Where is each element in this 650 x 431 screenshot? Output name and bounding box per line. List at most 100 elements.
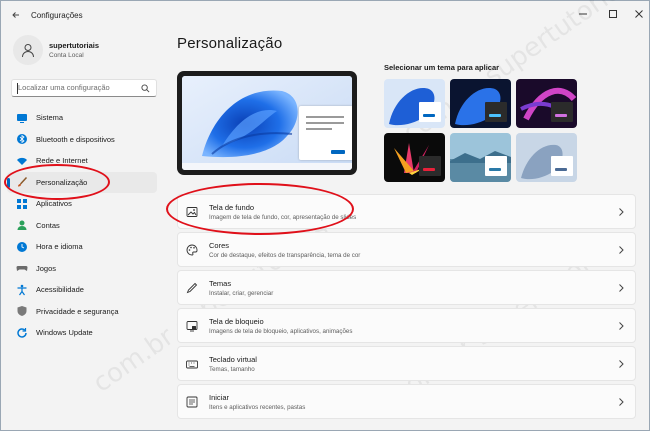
lock-screen-icon [186, 321, 198, 332]
sidebar-item-sistema[interactable]: Sistema [7, 107, 157, 129]
card-description: Imagem de tela de fundo, cor, apresentaç… [209, 214, 357, 221]
sidebar-item-label: Windows Update [36, 328, 93, 338]
shield-icon [16, 305, 28, 317]
avatar [13, 35, 43, 65]
title-bar: Configurações [1, 1, 649, 31]
sidebar-item-hora[interactable]: Hora e idioma [7, 236, 157, 258]
card-description: Cor de destaque, efeitos de transparênci… [209, 252, 361, 259]
monitor-icon [16, 112, 28, 124]
sidebar-item-label: Jogos [36, 263, 57, 273]
card-description: Instalar, criar, gerenciar [209, 290, 274, 297]
theme-mini-window [485, 102, 507, 122]
maximize-icon [609, 10, 617, 18]
sidebar-item-label: Aplicativos [36, 199, 72, 209]
sidebar-item-label: Bluetooth e dispositivos [36, 134, 115, 144]
search-input[interactable] [18, 83, 128, 92]
theme-tile[interactable] [516, 79, 577, 128]
theme-tile[interactable] [450, 79, 511, 128]
theme-tile[interactable] [384, 79, 445, 128]
sidebar-item-rede[interactable]: Rede e Internet [7, 150, 157, 172]
theme-mini-window [551, 102, 573, 122]
card-tela-de-bloqueio[interactable]: Tela de bloqueio Imagens de tela de bloq… [177, 308, 636, 343]
account-icon [16, 219, 28, 231]
image-icon [186, 207, 198, 217]
card-teclado-virtual[interactable]: Teclado virtual Temas, tamanho [177, 346, 636, 381]
brush-icon [16, 176, 28, 188]
theme-tile[interactable] [516, 133, 577, 182]
theme-mini-window [419, 156, 441, 176]
card-temas[interactable]: Temas Instalar, criar, gerenciar [177, 270, 636, 305]
settings-window: com.br supertutoriais com.br supertutori… [0, 0, 650, 431]
card-title: Iniciar [209, 393, 230, 402]
back-arrow-icon[interactable] [11, 10, 21, 20]
account-type: Conta Local [49, 52, 84, 59]
preview-screen [182, 76, 352, 170]
card-title: Temas [209, 279, 232, 288]
card-cores[interactable]: Cores Cor de destaque, efeitos de transp… [177, 232, 636, 267]
card-title: Cores [209, 241, 230, 250]
sidebar-item-label: Personalização [36, 177, 88, 187]
card-title: Teclado virtual [209, 355, 257, 364]
chevron-right-icon [619, 246, 624, 254]
sidebar-item-bluetooth[interactable]: Bluetooth e dispositivos [7, 129, 157, 151]
pen-icon [186, 282, 198, 294]
search-icon[interactable] [141, 84, 150, 93]
card-description: Temas, tamanho [209, 366, 255, 373]
chevron-right-icon [619, 284, 624, 292]
active-indicator [7, 177, 10, 188]
search-box[interactable] [11, 79, 157, 97]
themes-label: Selecionar um tema para aplicar [384, 63, 500, 72]
theme-tile[interactable] [450, 133, 511, 182]
sidebar-item-personalizacao[interactable]: Personalização [7, 171, 157, 193]
chevron-right-icon [619, 360, 624, 368]
page-title: Personalização [177, 35, 283, 52]
theme-mini-window [419, 102, 441, 122]
sidebar-item-label: Contas [36, 220, 60, 230]
minimize-button[interactable] [569, 5, 597, 23]
app-title: Configurações [31, 11, 83, 20]
preview-window [299, 106, 352, 160]
accessibility-icon [16, 284, 28, 296]
sidebar-item-windows-update[interactable]: Windows Update [7, 322, 157, 344]
card-title: Tela de fundo [209, 203, 255, 212]
settings-cards: Tela de fundo Imagem de tela de fundo, c… [177, 194, 636, 422]
theme-mini-window [551, 156, 573, 176]
theme-mini-window [485, 156, 507, 176]
close-icon [635, 10, 643, 18]
sidebar-item-label: Hora e idioma [36, 242, 83, 252]
user-name: supertutoriais [49, 41, 100, 50]
theme-tile[interactable] [384, 133, 445, 182]
sidebar-item-aplicativos[interactable]: Aplicativos [7, 193, 157, 215]
preview-taskbar [182, 163, 352, 170]
maximize-button[interactable] [599, 5, 627, 23]
sidebar-nav: Sistema Bluetooth e dispositivos Rede e … [7, 107, 157, 344]
keyboard-icon [186, 360, 198, 369]
sidebar-item-label: Sistema [36, 113, 64, 123]
sidebar-item-jogos[interactable]: Jogos [7, 258, 157, 280]
card-title: Tela de bloqueio [209, 317, 264, 326]
globe-clock-icon [16, 241, 28, 253]
theme-preview [177, 71, 357, 175]
chevron-right-icon [619, 322, 624, 330]
sidebar-item-label: Acessibilidade [36, 285, 84, 295]
person-icon [22, 44, 34, 58]
sidebar-item-acessibilidade[interactable]: Acessibilidade [7, 279, 157, 301]
sidebar-item-privacidade[interactable]: Privacidade e segurança [7, 301, 157, 323]
sidebar-item-label: Rede e Internet [36, 156, 88, 166]
card-description: Itens e aplicativos recentes, pastas [209, 404, 306, 411]
chevron-right-icon [619, 208, 624, 216]
sidebar-item-label: Privacidade e segurança [36, 306, 119, 316]
minimize-icon [579, 13, 587, 15]
gamepad-icon [16, 262, 28, 274]
user-profile[interactable]: supertutoriais Conta Local [13, 35, 163, 69]
apps-icon [16, 198, 28, 210]
sidebar-item-contas[interactable]: Contas [7, 215, 157, 237]
bluetooth-icon [16, 133, 28, 145]
card-tela-de-fundo[interactable]: Tela de fundo Imagem de tela de fundo, c… [177, 194, 636, 229]
card-iniciar[interactable]: Iniciar Itens e aplicativos recentes, pa… [177, 384, 636, 419]
update-icon [16, 327, 28, 339]
close-button[interactable] [625, 5, 650, 23]
card-description: Imagens de tela de bloqueio, aplicativos… [209, 328, 353, 335]
start-menu-icon [186, 396, 198, 408]
wifi-icon [16, 155, 28, 167]
